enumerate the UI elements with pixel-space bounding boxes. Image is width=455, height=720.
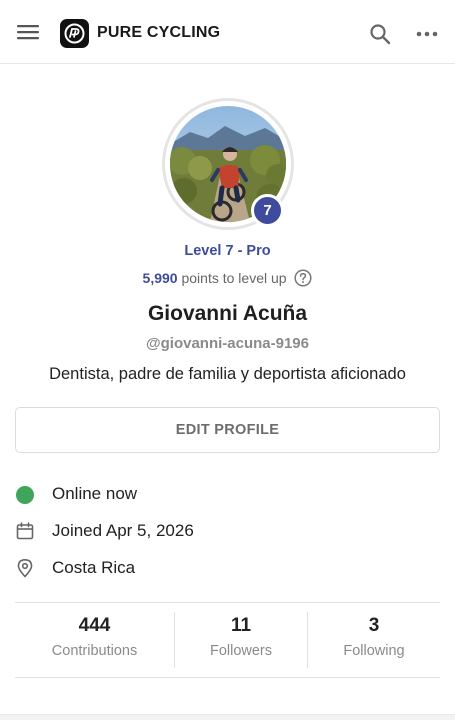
brand-title[interactable]: PURE CYCLING xyxy=(97,24,220,42)
stat-label: Followers xyxy=(209,643,273,659)
edit-profile-button[interactable]: EDIT PROFILE xyxy=(15,407,440,453)
profile-bio: Dentista, padre de familia y deportista … xyxy=(49,365,406,383)
profile-name: Giovanni Acuña xyxy=(147,302,308,325)
hamburger-menu-icon[interactable] xyxy=(16,22,40,42)
level-label[interactable]: Level 7 - Pro xyxy=(0,243,455,259)
location-row: Costa Rica xyxy=(15,557,440,581)
location-pin-icon xyxy=(17,558,33,578)
stat-following[interactable]: 3 Following xyxy=(308,613,440,669)
stat-label: Following xyxy=(343,643,405,659)
points-to-level-up: 5,990 points to level up xyxy=(0,269,455,287)
level-badge: 7 xyxy=(251,194,284,227)
profile-handle: @giovanni-acuna-9196 xyxy=(145,335,309,352)
location-text: Costa Rica xyxy=(52,558,136,577)
stat-followers[interactable]: 11 Followers xyxy=(175,613,307,669)
search-icon[interactable] xyxy=(368,22,392,46)
stat-value: 3 xyxy=(368,615,380,636)
online-status-row: Online now xyxy=(15,483,440,507)
more-options-icon[interactable] xyxy=(415,24,439,44)
points-value: 5,990 xyxy=(142,270,178,286)
help-icon[interactable] xyxy=(294,269,313,287)
joined-date-row: Joined Apr 5, 2026 xyxy=(15,520,440,544)
online-status-text: Online now xyxy=(52,484,138,503)
joined-date-text: Joined Apr 5, 2026 xyxy=(52,521,194,540)
stat-label: Contributions xyxy=(51,643,138,659)
profile-avatar[interactable]: 7 xyxy=(162,98,294,230)
points-suffix: points to level up xyxy=(181,270,287,286)
stat-contributions[interactable]: 444 Contributions xyxy=(15,613,174,669)
online-status-dot-icon xyxy=(16,486,34,504)
stat-value: 11 xyxy=(230,615,252,636)
top-app-bar: PURE CYCLING xyxy=(0,0,455,64)
stats-divider-top xyxy=(15,602,440,603)
calendar-icon xyxy=(16,522,34,540)
bottom-section-edge xyxy=(0,714,455,720)
pure-cycling-logo-icon[interactable] xyxy=(60,19,89,48)
stat-value: 444 xyxy=(78,615,111,636)
stats-divider-bottom xyxy=(15,677,440,678)
